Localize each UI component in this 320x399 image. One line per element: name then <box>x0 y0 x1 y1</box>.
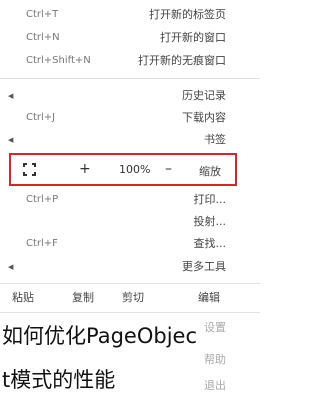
menu-item-history[interactable]: ◀ 历史记录 <box>0 85 260 107</box>
overlay-title-line-1: 如何优化PageObjec <box>2 324 197 348</box>
submenu-arrow-icon: ◀ <box>8 92 14 100</box>
menu-item-cast[interactable]: 投射... <box>0 211 260 233</box>
menu-item-new-incognito-window[interactable]: Ctrl+Shift+N 打开新的无痕窗口 <box>0 50 260 72</box>
menu-separator <box>0 78 260 79</box>
zoom-label: 缩放 <box>199 165 221 178</box>
zoom-control: + 100% – 缩放 <box>9 153 237 186</box>
fullscreen-icon[interactable] <box>22 162 37 177</box>
label-print: 打印... <box>193 193 227 206</box>
zoom-in-button[interactable]: + <box>79 161 91 177</box>
zoom-level: 100% <box>119 163 151 176</box>
submenu-arrow-icon: ◀ <box>8 263 14 271</box>
label-new-window: 打开新的窗口 <box>160 31 226 44</box>
label-new-incognito: 打开新的无痕窗口 <box>138 54 226 67</box>
label-more-tools: 更多工具 <box>182 260 226 273</box>
menu-item-find[interactable]: Ctrl+F 查找... <box>0 233 260 255</box>
shortcut-new-window: Ctrl+N <box>26 32 60 43</box>
label-find: 查找... <box>193 237 227 250</box>
label-downloads: 下载内容 <box>182 111 226 124</box>
menu-separator <box>0 283 260 284</box>
paste-button[interactable]: 粘贴 <box>12 287 34 309</box>
edit-row: 粘贴 复制 剪切 编辑 <box>0 287 260 309</box>
cut-button[interactable]: 剪切 <box>122 287 144 309</box>
menu-item-help[interactable]: 帮助 <box>204 351 226 367</box>
menu-item-print[interactable]: Ctrl+P 打印... <box>0 189 260 211</box>
label-new-tab: 打开新的标签页 <box>149 8 226 21</box>
menu-item-more-tools[interactable]: ◀ 更多工具 <box>0 256 260 278</box>
menu-item-downloads[interactable]: Ctrl+J 下载内容 <box>0 107 260 129</box>
menu-separator <box>0 312 260 313</box>
copy-button[interactable]: 复制 <box>72 287 94 309</box>
menu-item-bookmarks[interactable]: ◀ 书签 <box>0 129 260 151</box>
label-bookmarks: 书签 <box>204 133 226 146</box>
submenu-arrow-icon: ◀ <box>8 136 14 144</box>
overlay-title-line-2: t模式的性能 <box>2 368 116 392</box>
zoom-out-button[interactable]: – <box>165 161 172 177</box>
shortcut-print: Ctrl+P <box>26 194 59 205</box>
label-history: 历史记录 <box>182 89 226 102</box>
shortcut-new-incognito: Ctrl+Shift+N <box>26 55 91 66</box>
menu-item-new-window[interactable]: Ctrl+N 打开新的窗口 <box>0 27 260 49</box>
shortcut-downloads: Ctrl+J <box>26 112 56 123</box>
edit-label: 编辑 <box>198 291 220 304</box>
menu-item-new-tab[interactable]: Ctrl+T 打开新的标签页 <box>0 4 260 26</box>
label-cast: 投射... <box>193 215 227 228</box>
shortcut-find: Ctrl+F <box>26 238 58 249</box>
shortcut-new-tab: Ctrl+T <box>26 9 59 20</box>
